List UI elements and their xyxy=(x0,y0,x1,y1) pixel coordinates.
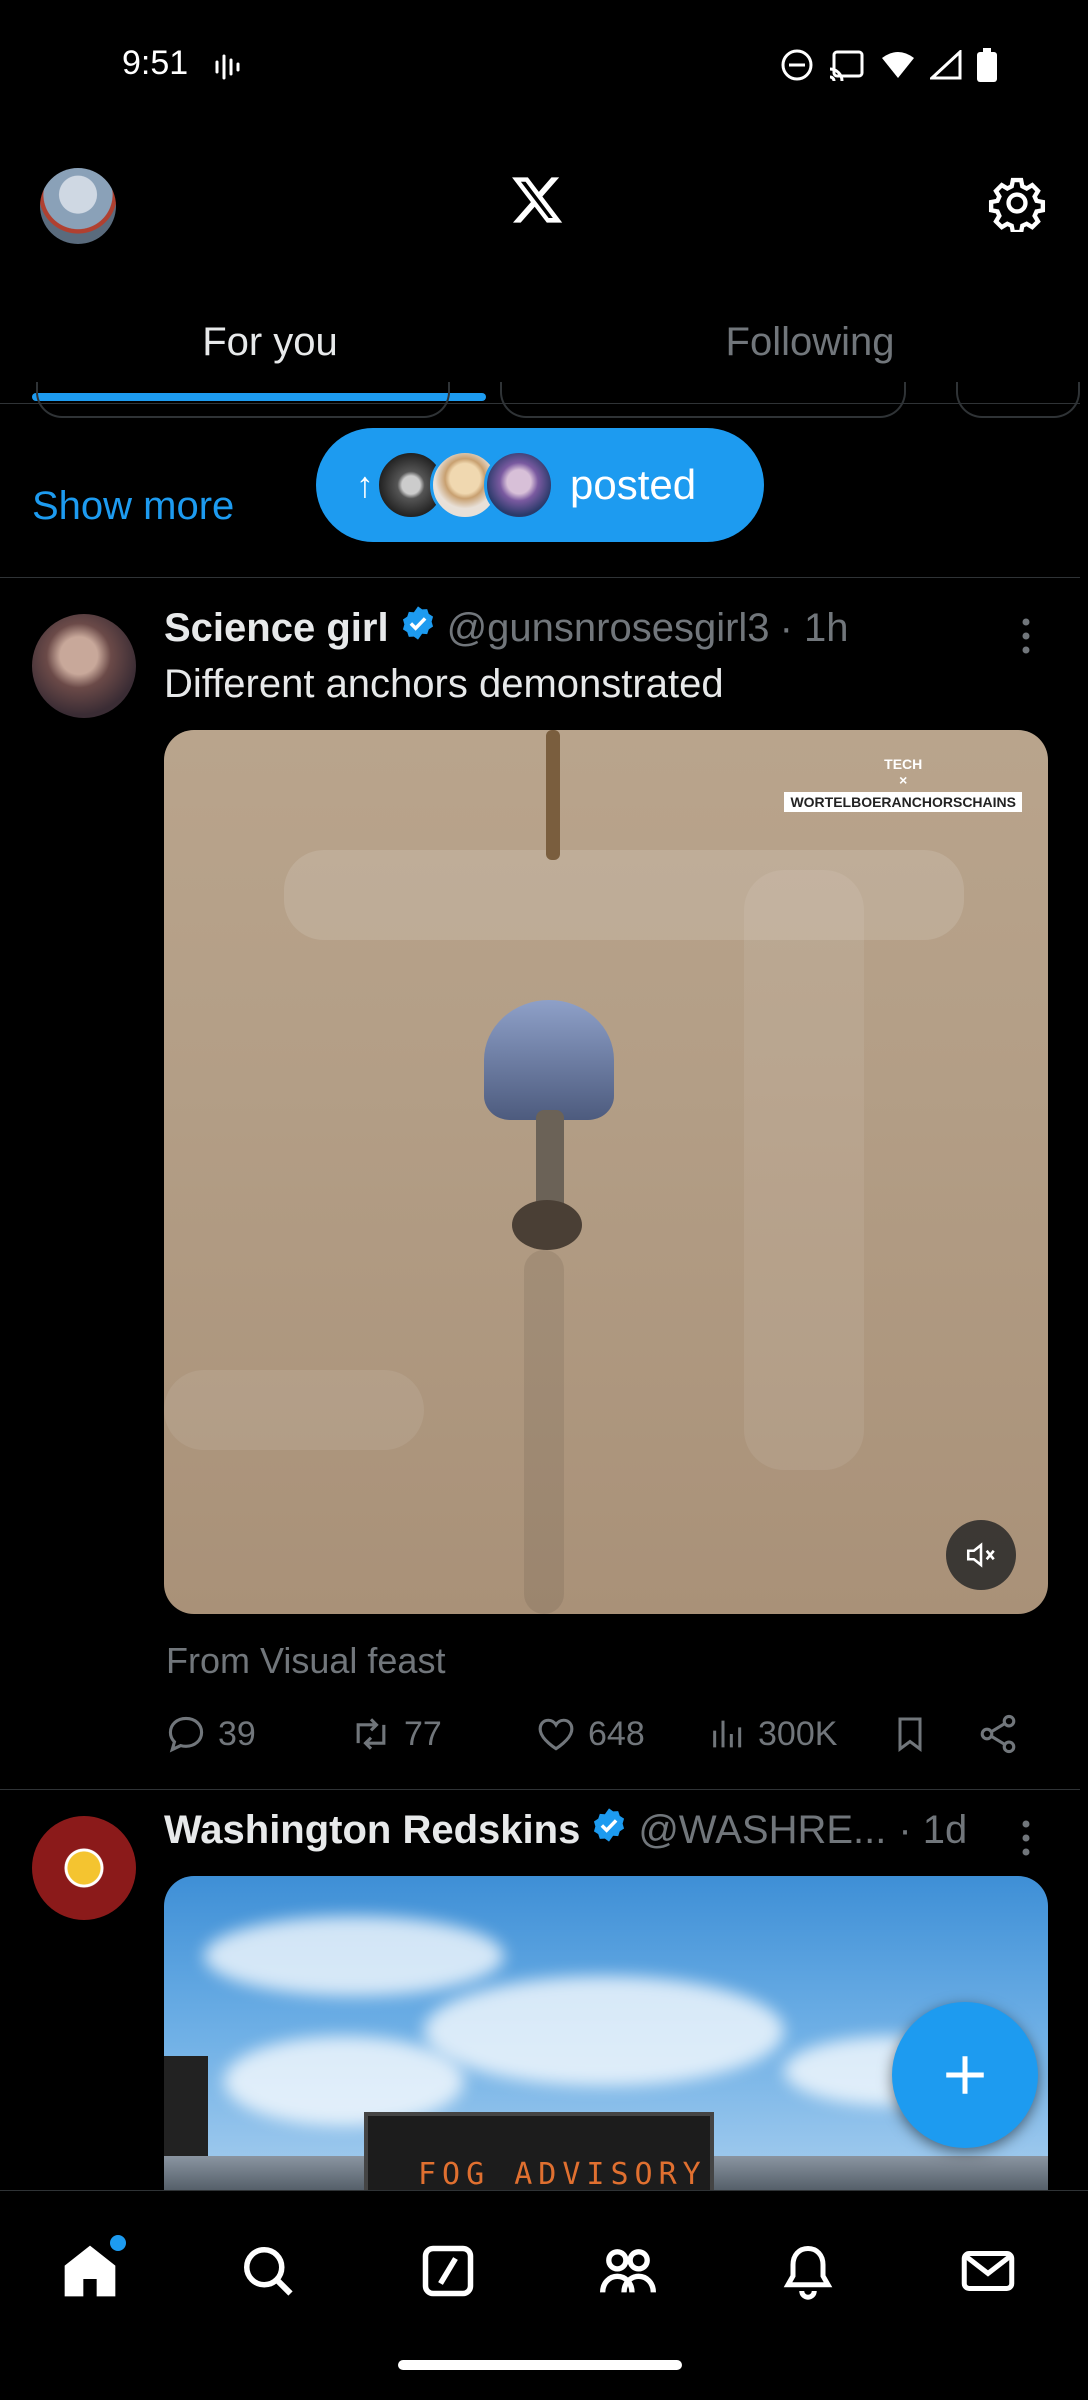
heart-icon xyxy=(538,1718,574,1751)
video-watermark: TECH × WORTELBOERANCHORSCHAINS xyxy=(784,756,1022,812)
verified-badge-icon xyxy=(590,1806,628,1854)
x-logo-icon xyxy=(508,172,566,233)
compose-button[interactable] xyxy=(892,2002,1038,2148)
views-chart-icon xyxy=(713,1720,742,1748)
home-indicator[interactable] xyxy=(398,2360,682,2370)
fog-advisory-sign: FOG ADVISORY xyxy=(364,2112,714,2196)
tweet-time: · 1h xyxy=(779,605,849,650)
voice-activity-icon xyxy=(214,52,242,87)
signal-icon xyxy=(930,50,962,80)
repost-icon xyxy=(356,1718,386,1750)
tweet-video[interactable]: TECH × WORTELBOERANCHORSCHAINS xyxy=(164,730,1048,1614)
anchor-chain xyxy=(546,730,560,860)
avatar[interactable] xyxy=(32,614,136,718)
share-icon xyxy=(980,1714,1016,1754)
notification-dot xyxy=(110,2235,126,2251)
more-options-icon[interactable] xyxy=(1016,616,1036,661)
gear-icon[interactable] xyxy=(988,174,1046,237)
tweet-actions: 39 77 648 300K xyxy=(164,1712,1054,1768)
divider xyxy=(0,577,1080,578)
do-not-disturb-icon xyxy=(781,49,813,81)
arrow-up-icon: ↑ xyxy=(356,464,374,505)
cast-icon xyxy=(829,50,864,81)
author-handle[interactable]: @WASHRE... xyxy=(638,1808,886,1853)
bell-icon xyxy=(783,2245,833,2300)
divider xyxy=(0,1789,1080,1790)
nav-grok[interactable] xyxy=(408,2231,488,2311)
anchor-image xyxy=(484,1000,614,1120)
avatar[interactable] xyxy=(32,1816,136,1920)
more-options-icon[interactable] xyxy=(1016,1818,1036,1863)
mute-button[interactable] xyxy=(946,1520,1016,1590)
nav-notifications[interactable] xyxy=(768,2231,848,2311)
nav-messages[interactable] xyxy=(948,2231,1028,2311)
previous-cards-edge xyxy=(0,382,1080,418)
tweet-time: · 1d xyxy=(898,1807,968,1852)
views-count: 300K xyxy=(758,1714,838,1753)
bookmark-icon xyxy=(898,1717,922,1752)
volume-muted-icon xyxy=(966,1542,995,1568)
like-button[interactable]: 648 xyxy=(534,1712,645,1756)
repost-count: 77 xyxy=(404,1714,442,1753)
reply-count: 39 xyxy=(218,1714,256,1753)
tweet-text: Different anchors demonstrated xyxy=(164,662,724,706)
plus-icon xyxy=(946,2056,984,2094)
new-posts-pill[interactable]: ↑ posted xyxy=(316,428,764,542)
search-icon xyxy=(244,2247,293,2296)
like-count: 648 xyxy=(588,1714,645,1753)
wifi-icon xyxy=(882,52,914,78)
share-button[interactable] xyxy=(976,1712,1020,1756)
from-community-label[interactable]: From Visual feast xyxy=(166,1640,445,1682)
reply-icon xyxy=(168,1716,204,1753)
avatar xyxy=(484,450,554,520)
status-time: 9:51 xyxy=(122,44,189,82)
author-name[interactable]: Washington Redskins xyxy=(164,1808,580,1853)
battery-icon xyxy=(977,48,997,82)
reply-button[interactable]: 39 xyxy=(164,1712,256,1756)
tweet-header: Science girl @gunsnrosesgirl3 · 1h xyxy=(164,604,849,652)
views-button[interactable]: 300K xyxy=(708,1712,837,1756)
nav-home[interactable] xyxy=(50,2231,130,2311)
show-more-link[interactable]: Show more xyxy=(32,484,234,529)
nav-communities[interactable] xyxy=(588,2231,668,2311)
author-handle[interactable]: @gunsnrosesgirl3 xyxy=(447,606,770,651)
verified-badge-icon xyxy=(399,604,437,652)
envelope-icon xyxy=(961,2251,1015,2291)
grok-icon xyxy=(422,2245,474,2297)
status-icons xyxy=(780,48,998,82)
repost-button[interactable]: 77 xyxy=(348,1712,442,1756)
communities-icon xyxy=(600,2249,656,2293)
nav-search[interactable] xyxy=(228,2231,308,2311)
bookmark-button[interactable] xyxy=(890,1712,930,1756)
tweet-header: Washington Redskins @WASHRE... · 1d xyxy=(164,1806,967,1854)
author-name[interactable]: Science girl xyxy=(164,606,389,651)
profile-avatar[interactable] xyxy=(40,168,116,244)
posted-label: posted xyxy=(570,461,697,508)
